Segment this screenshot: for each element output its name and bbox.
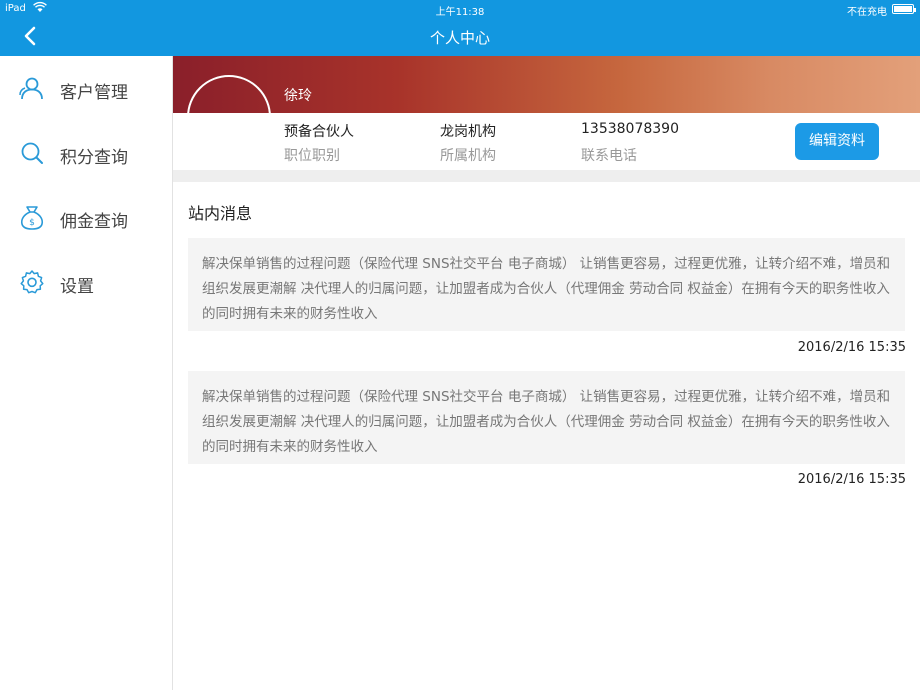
top-bar: iPad 上午11:38 不在充电 个人中心 bbox=[0, 0, 920, 56]
sidebar-item-label: 佣金查询 bbox=[60, 212, 128, 232]
profile-name: 徐玲 bbox=[284, 88, 312, 104]
status-bar: iPad 上午11:38 不在充电 bbox=[0, 0, 920, 18]
message-card[interactable]: 解决保单销售的过程问题（保险代理 SNS社交平台 电子商城） 让销售更容易，过程… bbox=[188, 238, 905, 331]
sidebar-item-label: 客户管理 bbox=[60, 83, 128, 103]
section-divider bbox=[173, 170, 920, 182]
gear-icon bbox=[19, 269, 45, 295]
message-time: 2016/2/16 15:35 bbox=[797, 472, 906, 487]
org-label: 所属机构 bbox=[440, 148, 496, 164]
page-title: 个人中心 bbox=[429, 29, 490, 47]
message-card[interactable]: 解决保单销售的过程问题（保险代理 SNS社交平台 电子商城） 让销售更容易，过程… bbox=[188, 371, 905, 464]
phone-value: 13538078390 bbox=[581, 121, 679, 137]
main-content: 预备合伙人 职位职别 龙岗机构 所属机构 13538078390 联系电话 编辑… bbox=[173, 56, 920, 690]
sidebar-item-settings[interactable]: 设置 bbox=[0, 260, 172, 304]
charging-status: 不在充电 bbox=[847, 7, 887, 18]
messages-title: 站内消息 bbox=[188, 204, 253, 223]
message-text: 解决保单销售的过程问题（保险代理 SNS社交平台 电子商城） 让销售更容易，过程… bbox=[202, 389, 891, 455]
search-icon bbox=[19, 140, 45, 166]
sidebar: 客户管理 积分查询 $ 佣金查询 设置 bbox=[0, 56, 173, 690]
sidebar-item-label: 设置 bbox=[60, 277, 94, 297]
sidebar-item-label: 积分查询 bbox=[60, 148, 128, 168]
profile-info-row: 预备合伙人 职位职别 龙岗机构 所属机构 13538078390 联系电话 编辑… bbox=[173, 113, 920, 170]
svg-text:$: $ bbox=[29, 218, 35, 228]
sidebar-item-customers[interactable]: 客户管理 bbox=[0, 66, 172, 110]
message-time: 2016/2/16 15:35 bbox=[797, 340, 906, 355]
phone-label: 联系电话 bbox=[581, 148, 637, 164]
sidebar-item-points[interactable]: 积分查询 bbox=[0, 131, 172, 175]
money-bag-icon: $ bbox=[19, 204, 45, 230]
battery-icon bbox=[892, 4, 916, 14]
sidebar-item-commission[interactable]: $ 佣金查询 bbox=[0, 195, 172, 239]
position-label: 职位职别 bbox=[284, 148, 340, 164]
status-time: 上午11:38 bbox=[435, 7, 485, 18]
edit-profile-button[interactable]: 编辑资料 bbox=[795, 123, 879, 160]
message-text: 解决保单销售的过程问题（保险代理 SNS社交平台 电子商城） 让销售更容易，过程… bbox=[202, 256, 891, 322]
user-icon bbox=[19, 75, 45, 101]
org-value: 龙岗机构 bbox=[440, 124, 496, 140]
avatar[interactable] bbox=[187, 75, 271, 159]
position-value: 预备合伙人 bbox=[284, 124, 354, 140]
